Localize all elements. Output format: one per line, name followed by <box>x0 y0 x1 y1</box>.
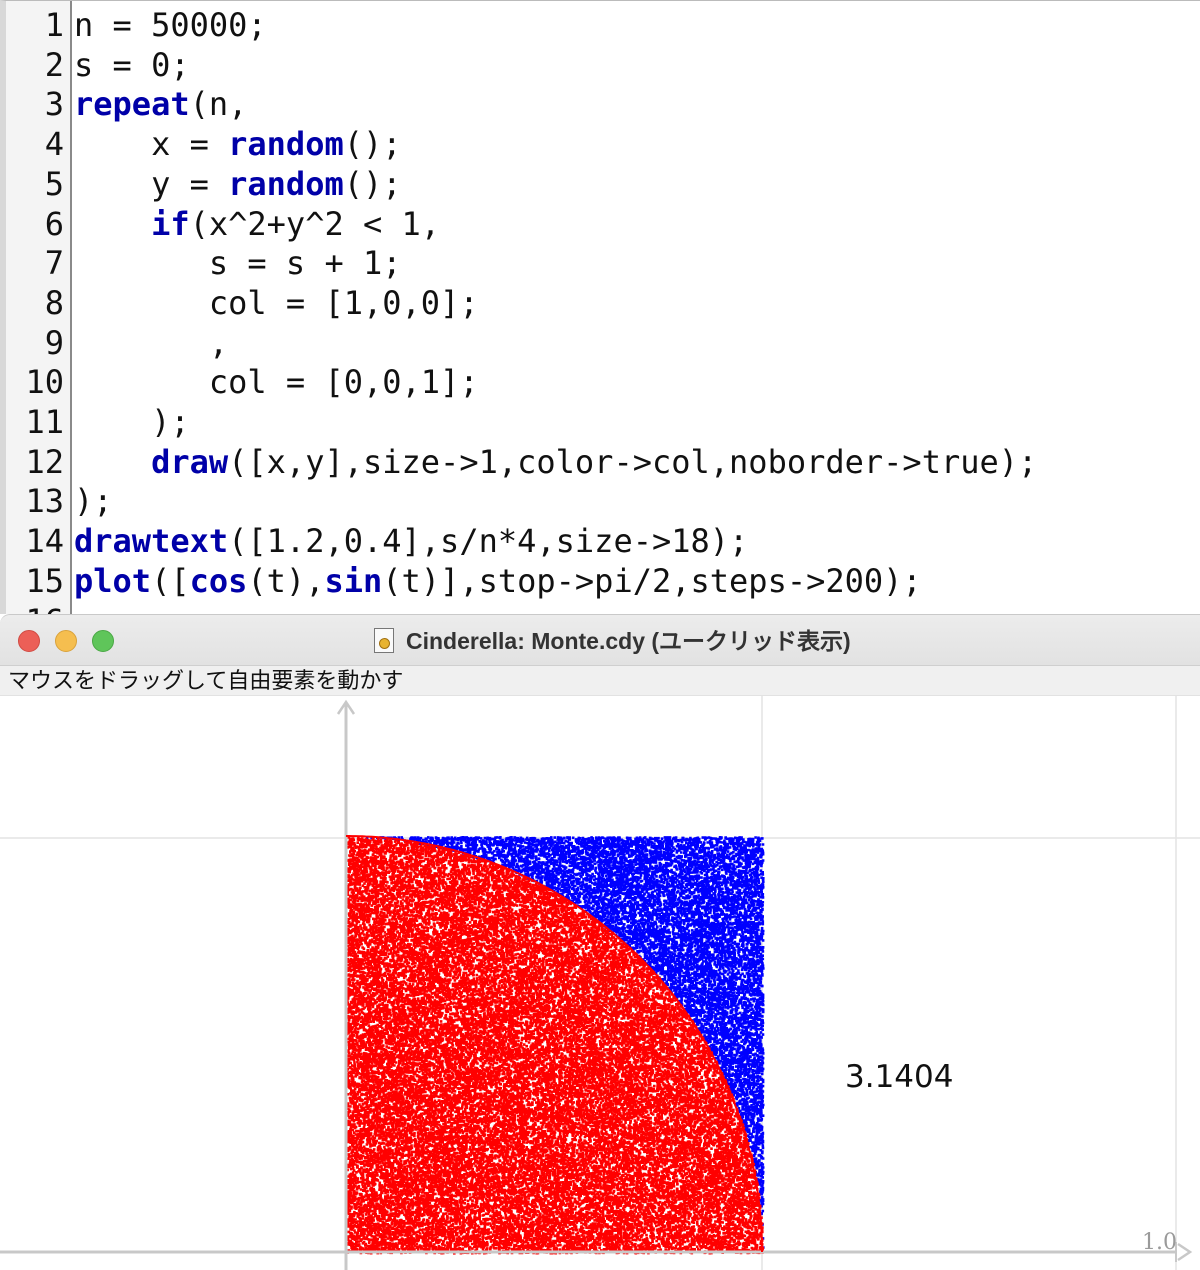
code-token: s = s + 1; <box>74 244 402 283</box>
code-text: plot([cos(t),sin(t)],stop->pi/2,steps->2… <box>74 561 922 601</box>
code-token: (); <box>343 125 402 164</box>
code-token: ); <box>74 403 190 441</box>
code-line[interactable]: 14 drawtext([1.2,0.4],s/n*4,size->18); <box>6 521 1200 561</box>
cinderella-window: Cinderella: Monte.cdy (ユークリッド表示) マウスをドラッ… <box>0 614 1200 1270</box>
keyword: draw <box>151 442 229 481</box>
maximize-button[interactable] <box>92 630 114 652</box>
code-line[interactable]: 10 col = [0,0,1]; <box>6 362 1200 402</box>
code-token: (t), <box>247 561 325 600</box>
code-token: x = <box>74 125 229 164</box>
line-number: 8 <box>44 283 64 322</box>
code-text: draw([x,y],size->1,color->col,noborder->… <box>74 442 1037 482</box>
code-text: s = s + 1; <box>74 243 402 283</box>
code-text: col = [1,0,0]; <box>74 283 479 323</box>
point-cloud <box>346 836 765 1255</box>
code-text: if(x^2+y^2 < 1, <box>74 204 440 244</box>
code-line[interactable]: 13); <box>6 481 1200 521</box>
document-icon <box>374 628 394 653</box>
line-number: 7 <box>44 244 64 283</box>
code-line[interactable]: 15 plot([cos(t),sin(t)],stop->pi/2,steps-… <box>6 561 1200 601</box>
code-line[interactable]: 11 ); <box>6 402 1200 442</box>
code-token: n = 50000; <box>74 6 267 44</box>
keyword: sin <box>324 561 383 600</box>
code-text: ); <box>74 402 190 442</box>
code-line[interactable]: 4 x = random(); <box>6 124 1200 164</box>
code-text: s = 0; <box>74 45 190 85</box>
code-text: , <box>74 323 228 363</box>
code-line[interactable]: 5 y = random(); <box>6 164 1200 204</box>
code-line[interactable]: 3 repeat(n, <box>6 84 1200 124</box>
line-number: 14 <box>25 522 64 561</box>
code-line[interactable]: 9 , <box>6 323 1200 363</box>
window-title: Cinderella: Monte.cdy (ユークリッド表示) <box>406 628 851 654</box>
line-number: 12 <box>25 442 64 481</box>
code-token: (x^2+y^2 < 1, <box>189 204 441 243</box>
code-token: s = 0; <box>74 45 190 84</box>
keyword: repeat <box>74 85 190 124</box>
status-bar: マウスをドラッグして自由要素を動かす <box>0 666 1200 696</box>
code-text: drawtext([1.2,0.4],s/n*4,size->18); <box>74 521 748 561</box>
line-number: 15 <box>25 561 64 600</box>
code-line[interactable]: 6 if(x^2+y^2 < 1, <box>6 204 1200 244</box>
minimize-button[interactable] <box>55 630 77 652</box>
line-number: 1 <box>44 6 64 44</box>
code-token: (t)],stop->pi/2,steps->200); <box>382 561 922 600</box>
code-text: x = random(); <box>74 124 402 164</box>
close-button[interactable] <box>18 630 40 652</box>
code-token: col = [1,0,0]; <box>74 283 479 322</box>
code-token: (); <box>343 164 402 203</box>
line-number: 6 <box>44 204 64 243</box>
code-text: n = 50000; <box>74 5 267 45</box>
x-axis-arrow-icon <box>1177 1242 1193 1262</box>
code-token: ([x,y],size->1,color->col,noborder->true… <box>228 442 1038 481</box>
line-number: 13 <box>25 482 64 521</box>
line-number: 2 <box>44 45 64 84</box>
code-line[interactable]: 8 col = [1,0,0]; <box>6 283 1200 323</box>
line-number: 9 <box>44 323 64 362</box>
code-token: col = [0,0,1]; <box>74 363 479 402</box>
title-bar[interactable]: Cinderella: Monte.cdy (ユークリッド表示) <box>0 614 1200 666</box>
code-line[interactable]: 7 s = s + 1; <box>6 243 1200 283</box>
status-message: マウスをドラッグして自由要素を動かす <box>8 668 404 693</box>
code-text: ); <box>74 481 113 521</box>
code-token: (n, <box>189 85 248 124</box>
code-token: ([1.2,0.4],s/n*4,size->18); <box>228 522 749 561</box>
code-token: ); <box>74 482 113 521</box>
code-token: y = <box>74 164 229 203</box>
keyword: cos <box>189 561 248 600</box>
x-tick-label: 1.0 <box>1142 1230 1177 1255</box>
plot-area[interactable]: 3.1404 1.0 <box>0 696 1200 1270</box>
geometry-canvas[interactable]: 3.1404 1.0 <box>0 696 1200 1270</box>
code-line[interactable]: 1 n = 50000; <box>6 5 1200 45</box>
code-editor[interactable]: 1n = 50000; 2 s = 0; 3 repeat(n, 4 x = random… <box>0 0 1200 616</box>
code-token: ([ <box>151 561 190 600</box>
line-number: 4 <box>44 125 64 164</box>
code-line[interactable]: 12 draw([x,y],size->1,color->col,noborde… <box>6 442 1200 482</box>
keyword: drawtext <box>74 522 229 561</box>
line-number: 11 <box>25 403 64 441</box>
code-text: repeat(n, <box>74 84 247 124</box>
code-text: y = random(); <box>74 164 402 204</box>
code-token: , <box>74 323 229 362</box>
line-number: 5 <box>44 164 64 203</box>
keyword: plot <box>74 561 152 600</box>
keyword: random <box>228 125 344 164</box>
line-number: 10 <box>25 363 64 402</box>
keyword: random <box>228 164 344 203</box>
code-text: col = [0,0,1]; <box>74 362 479 402</box>
keyword: if <box>151 204 190 243</box>
code-line[interactable]: 2 s = 0; <box>6 45 1200 85</box>
result-text: 3.1404 <box>845 1059 953 1095</box>
line-number: 3 <box>44 85 64 124</box>
